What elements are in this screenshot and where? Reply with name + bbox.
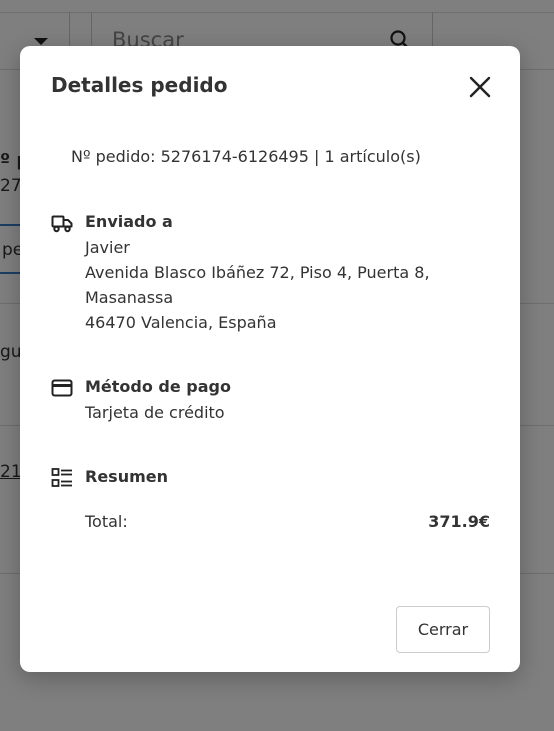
payment-title: Método de pago [85, 377, 231, 396]
shipping-name: Javier [85, 238, 130, 257]
modal-title: Detalles pedido [51, 73, 228, 97]
close-button[interactable]: Cerrar [396, 606, 490, 653]
total-label: Total: [85, 512, 128, 531]
order-details-modal: Detalles pedido Nº pedido: 5276174-61264… [20, 46, 520, 672]
truck-icon [51, 215, 73, 233]
summary-title: Resumen [85, 467, 168, 486]
credit-card-icon [51, 379, 73, 397]
shipping-address-line3: 46470 Valencia, España [85, 313, 277, 332]
order-number-line: Nº pedido: 5276174-6126495 | 1 artículo(… [71, 147, 421, 166]
shipping-address-line1: Avenida Blasco Ibáñez 72, Piso 4, Puerta… [85, 263, 430, 282]
shipping-title: Enviado a [85, 212, 173, 231]
shipping-address-line2: Masanassa [85, 288, 174, 307]
list-icon [51, 468, 72, 487]
close-icon[interactable] [465, 72, 495, 102]
total-value: 371.9€ [428, 512, 490, 531]
payment-method: Tarjeta de crédito [85, 403, 225, 422]
